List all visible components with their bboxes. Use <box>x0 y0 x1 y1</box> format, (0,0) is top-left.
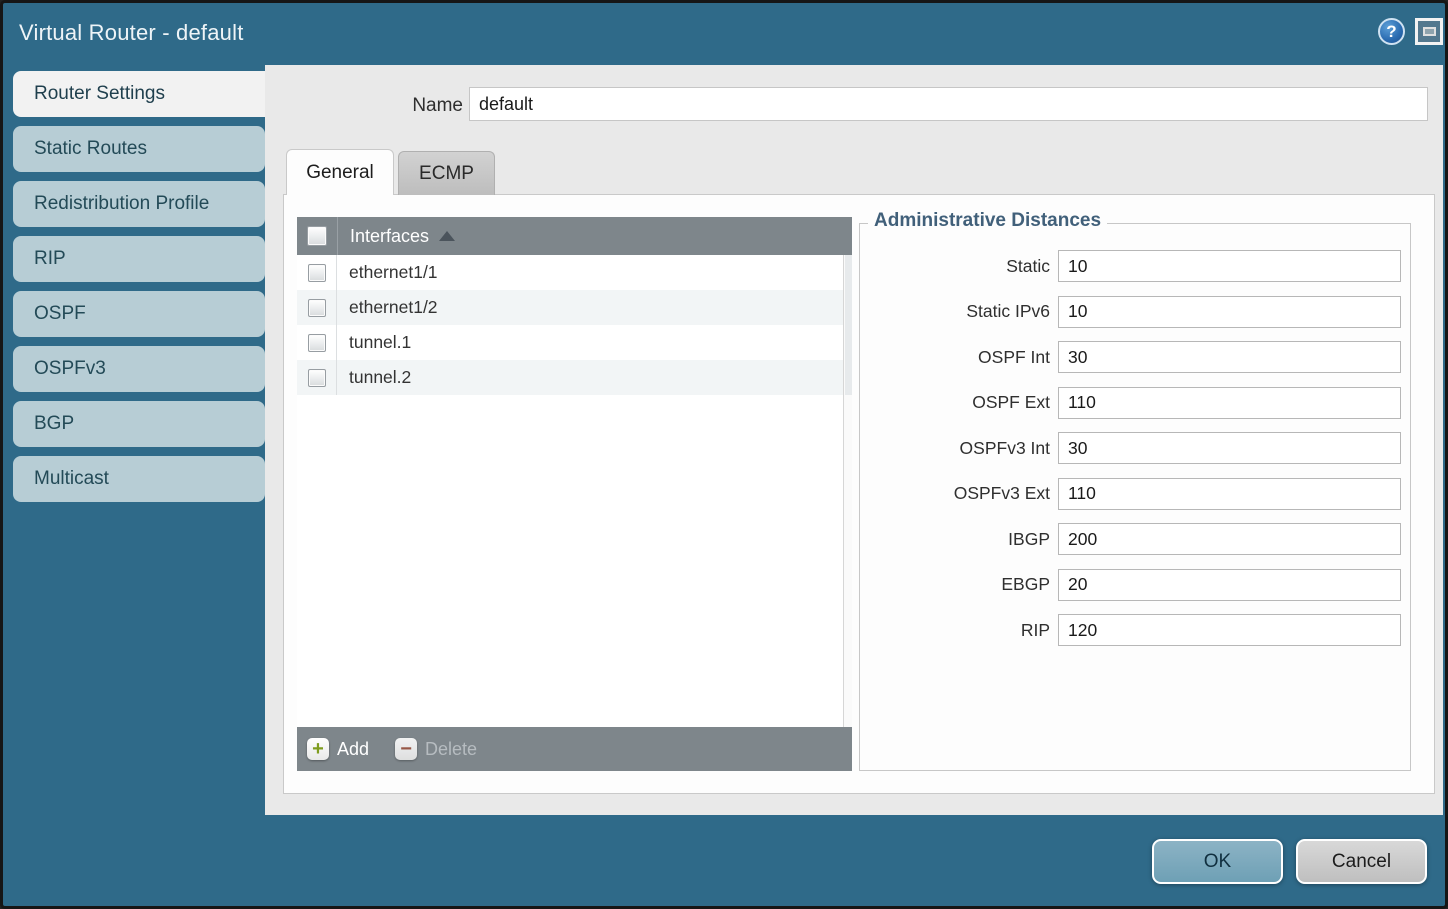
interface-name: tunnel.1 <box>337 332 411 353</box>
interfaces-column-label: Interfaces <box>350 226 429 247</box>
sidebar-item[interactable]: RIP <box>13 236 265 282</box>
interfaces-column-header[interactable]: Interfaces <box>337 217 852 255</box>
row-checkbox[interactable] <box>308 369 326 387</box>
sidebar-item[interactable]: Redistribution Profile <box>13 181 265 227</box>
row-checkbox[interactable] <box>308 334 326 352</box>
distance-field-label: IBGP <box>860 529 1050 550</box>
tab-general[interactable]: General <box>286 149 394 195</box>
distance-field-label: OSPF Ext <box>860 392 1050 413</box>
sidebar-item-label: Router Settings <box>34 83 165 105</box>
sidebar-item[interactable]: Router Settings <box>13 71 267 117</box>
interface-name: ethernet1/1 <box>337 262 438 283</box>
tab-ecmp-label: ECMP <box>419 163 474 185</box>
sidebar-item-label: OSPFv3 <box>34 358 106 380</box>
select-all-checkbox[interactable] <box>307 226 327 246</box>
interface-name: ethernet1/2 <box>337 297 438 318</box>
distance-field-label: Static IPv6 <box>860 301 1050 322</box>
sidebar-item[interactable]: Multicast <box>13 456 265 502</box>
add-button[interactable]: + Add <box>307 738 369 760</box>
row-checkbox-cell <box>297 255 337 290</box>
distance-field-input[interactable] <box>1058 614 1401 646</box>
row-checkbox-cell <box>297 360 337 395</box>
tab-ecmp[interactable]: ECMP <box>398 151 495 195</box>
name-label: Name <box>265 95 463 117</box>
maximize-icon-inner <box>1423 27 1436 36</box>
row-checkbox-cell <box>297 290 337 325</box>
distance-field-input[interactable] <box>1058 569 1401 601</box>
title-bar: Virtual Router - default ? <box>3 3 1445 65</box>
distance-field-input[interactable] <box>1058 387 1401 419</box>
cancel-button[interactable]: Cancel <box>1296 839 1427 884</box>
distance-field-row: Static <box>860 250 1410 282</box>
distance-field-input[interactable] <box>1058 432 1401 464</box>
distance-field-row: EBGP <box>860 569 1410 601</box>
sidebar-item[interactable]: OSPFv3 <box>13 346 265 392</box>
delete-button[interactable]: − Delete <box>395 738 477 760</box>
administrative-distances-group: Administrative Distances Static Static I… <box>859 223 1411 771</box>
distance-field-row: OSPFv3 Int <box>860 432 1410 464</box>
delete-minus-icon: − <box>395 738 417 760</box>
distance-field-input[interactable] <box>1058 341 1401 373</box>
virtual-router-dialog: Virtual Router - default ? Router Settin… <box>0 0 1448 909</box>
interface-row[interactable]: tunnel.2 <box>297 360 852 395</box>
help-icon[interactable]: ? <box>1378 18 1405 45</box>
distance-field-label: RIP <box>860 620 1050 641</box>
distance-field-row: OSPFv3 Ext <box>860 478 1410 510</box>
interface-row[interactable]: ethernet1/1 <box>297 255 852 290</box>
administrative-distances-fields: Static Static IPv6 OSPF Int <box>860 224 1410 646</box>
select-all-cell <box>297 226 337 246</box>
content-area: Name General ECMP Interfaces <box>265 65 1443 815</box>
interface-row[interactable]: tunnel.1 <box>297 325 852 360</box>
distance-field-row: OSPF Ext <box>860 387 1410 419</box>
distance-field-row: Static IPv6 <box>860 296 1410 328</box>
name-input[interactable] <box>469 87 1428 121</box>
tab-general-label: General <box>306 162 374 184</box>
distance-field-input[interactable] <box>1058 296 1401 328</box>
sidebar-nav: Router Settings Static Routes Redistribu… <box>3 65 265 815</box>
distance-field-row: IBGP <box>860 523 1410 555</box>
distance-field-input[interactable] <box>1058 250 1401 282</box>
interfaces-table-footer: + Add − Delete <box>297 727 852 771</box>
ok-button[interactable]: OK <box>1152 839 1283 884</box>
add-button-label: Add <box>337 739 369 760</box>
scrollbar-thumb[interactable] <box>845 255 852 395</box>
sidebar-item-label: Static Routes <box>34 138 147 160</box>
sidebar-item-label: Multicast <box>34 468 109 490</box>
sidebar-item-label: RIP <box>34 248 66 270</box>
cancel-button-label: Cancel <box>1332 851 1391 873</box>
interfaces-table: Interfaces ethernet1/1 <box>297 217 852 771</box>
table-scrollbar[interactable] <box>843 255 852 727</box>
add-plus-icon: + <box>307 738 329 760</box>
row-checkbox[interactable] <box>308 264 326 282</box>
interface-name: tunnel.2 <box>337 367 411 388</box>
distance-field-row: OSPF Int <box>860 341 1410 373</box>
general-tab-panel: Interfaces ethernet1/1 <box>283 194 1435 794</box>
sidebar-item[interactable]: Static Routes <box>13 126 265 172</box>
sidebar-item-label: BGP <box>34 413 74 435</box>
sort-ascending-icon <box>439 231 455 241</box>
ok-button-label: OK <box>1204 851 1231 873</box>
sidebar-item-label: OSPF <box>34 303 86 325</box>
interfaces-table-body: ethernet1/1 ethernet1/2 <box>297 255 852 727</box>
distance-field-input[interactable] <box>1058 478 1401 510</box>
interfaces-table-header: Interfaces <box>297 217 852 255</box>
dialog-title: Virtual Router - default <box>19 20 244 46</box>
administrative-distances-title: Administrative Distances <box>868 210 1107 232</box>
distance-field-label: OSPFv3 Int <box>860 438 1050 459</box>
distance-field-input[interactable] <box>1058 523 1401 555</box>
sidebar-item[interactable]: BGP <box>13 401 265 447</box>
distance-field-row: RIP <box>860 614 1410 646</box>
interface-row[interactable]: ethernet1/2 <box>297 290 852 325</box>
distance-field-label: OSPF Int <box>860 347 1050 368</box>
maximize-icon[interactable] <box>1415 18 1443 45</box>
row-checkbox-cell <box>297 325 337 360</box>
sidebar-item-label: Redistribution Profile <box>34 193 209 215</box>
sidebar-item[interactable]: OSPF <box>13 291 265 337</box>
row-checkbox[interactable] <box>308 299 326 317</box>
distance-field-label: OSPFv3 Ext <box>860 483 1050 504</box>
distance-field-label: Static <box>860 256 1050 277</box>
delete-button-label: Delete <box>425 739 477 760</box>
distance-field-label: EBGP <box>860 574 1050 595</box>
